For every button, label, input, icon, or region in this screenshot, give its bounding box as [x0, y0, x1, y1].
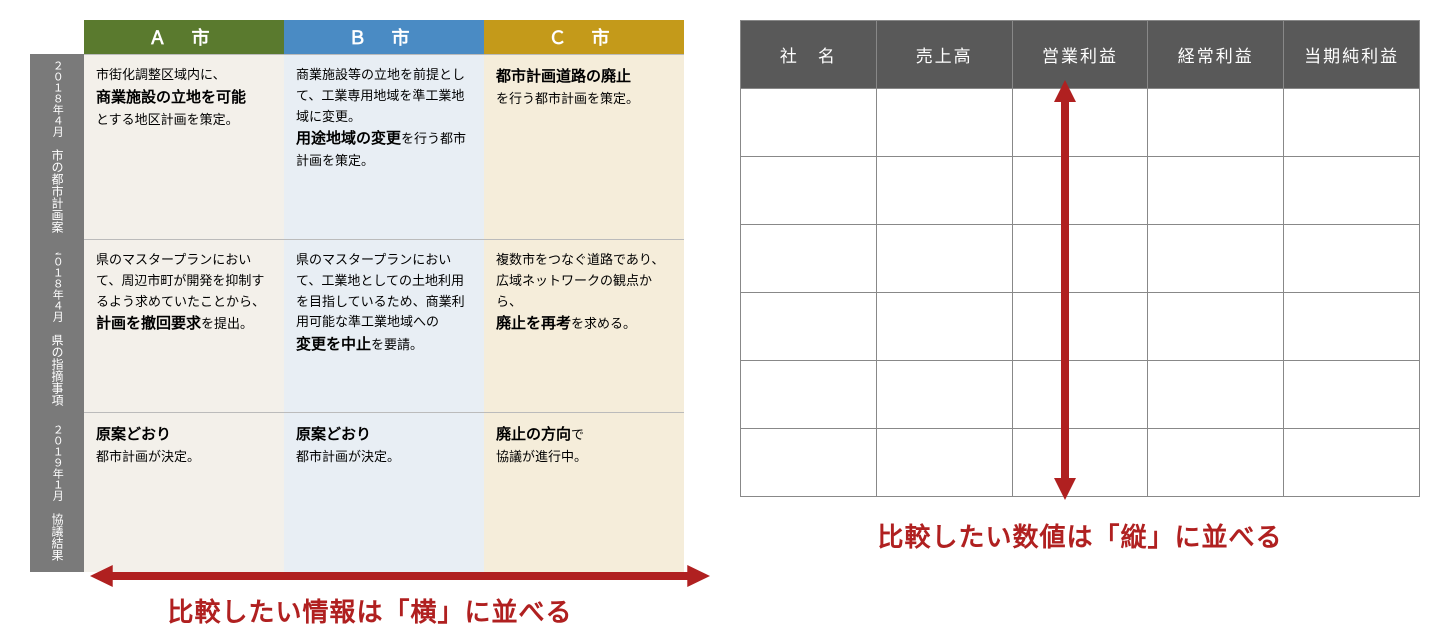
comparison-table-right: 社 名 売上高 営業利益 経常利益 当期純利益 [740, 20, 1420, 629]
col-header-a: Ａ 市 [84, 20, 284, 54]
table-row [741, 361, 1420, 429]
cell-plan-c: 都市計画道路の廃止 を行う都市計画を策定。 [484, 54, 684, 239]
cell-result-a: 原案どおり 都市計画が決定。 [84, 412, 284, 572]
cell-result-b: 原案どおり 都市計画が決定。 [284, 412, 484, 572]
row-label-issue: ２０１８年４月 県の指摘事項 [30, 239, 84, 412]
col-header-c: Ｃ 市 [484, 20, 684, 54]
th-ord-profit: 経常利益 [1148, 21, 1284, 89]
left-caption: 比較したい情報は「横」に並べる [30, 592, 710, 629]
th-net-profit: 当期純利益 [1284, 21, 1420, 89]
cell-plan-a: 市街化調整区域内に、 商業施設の立地を可能 とする地区計画を策定。 [84, 54, 284, 239]
table-row [741, 429, 1420, 497]
table-body [741, 89, 1420, 497]
empty-cell [30, 20, 84, 54]
th-sales: 売上高 [876, 21, 1012, 89]
cell-issue-a: 県のマスタープランにおいて、周辺市町が開発を抑制するよう求めていたことから、 計… [84, 239, 284, 412]
right-caption: 比較したい数値は「縦」に並べる [740, 517, 1420, 554]
table-row [741, 225, 1420, 293]
table-row [741, 293, 1420, 361]
cell-issue-b: 県のマスタープランにおいて、工業地としての土地利用を目指しているため、商業利用可… [284, 239, 484, 412]
cell-result-c: 廃止の方向で 協議が進行中。 [484, 412, 684, 572]
table-row [741, 157, 1420, 225]
th-company: 社 名 [741, 21, 877, 89]
comparison-table-left: Ａ 市 Ｂ 市 Ｃ 市 ２０１８年４月 市の都市計画案 市街化調整区域内に、 商… [30, 20, 710, 629]
cell-issue-c: 複数市をつなぐ道路であり、広域ネットワークの観点から、 廃止を再考を求める。 [484, 239, 684, 412]
col-header-b: Ｂ 市 [284, 20, 484, 54]
th-op-profit: 営業利益 [1012, 21, 1148, 89]
row-label-plan: ２０１８年４月 市の都市計画案 [30, 54, 84, 239]
cell-plan-b: 商業施設等の立地を前提として、工業専用地域を準工業地域に変更。 用途地域の変更を… [284, 54, 484, 239]
row-label-result: ２０１９年１月 協議結果 [30, 412, 84, 572]
financial-table: 社 名 売上高 営業利益 経常利益 当期純利益 [740, 20, 1420, 497]
table-row [741, 89, 1420, 157]
